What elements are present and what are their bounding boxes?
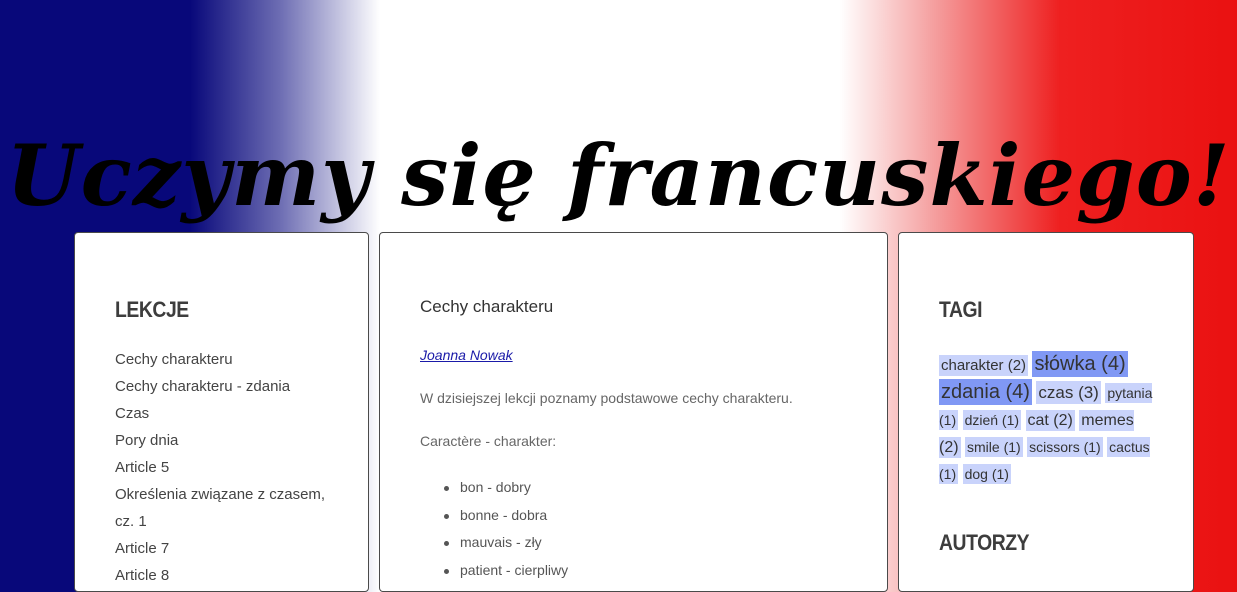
list-item: Article 5: [115, 454, 335, 481]
tag-link[interactable]: cat (2): [1025, 410, 1075, 431]
lesson-list: Cechy charakteru Cechy charakteru - zdan…: [115, 346, 335, 589]
tag-link[interactable]: charakter (2): [939, 355, 1029, 376]
author-link[interactable]: Joanna Nowak: [420, 347, 513, 363]
sidebar-right: TAGI charakter (2) słówka (4) zdania (4)…: [898, 232, 1194, 592]
list-item: Article 7: [115, 535, 335, 562]
tag-link[interactable]: zdania (4): [939, 379, 1032, 405]
lesson-link[interactable]: Cechy charakteru: [115, 351, 233, 368]
authors-heading: AUTORZY: [939, 530, 1030, 555]
vocab-subheading: Caractère - charakter:: [420, 433, 557, 449]
list-item: Article 8: [115, 562, 335, 589]
list-item: bon - dobry: [443, 474, 568, 502]
tag-link[interactable]: smile (1): [965, 437, 1023, 457]
post-panel: Cechy charakteru Joanna Nowak W dzisiejs…: [379, 232, 888, 592]
list-item: Pory dnia: [115, 427, 335, 454]
list-item: Czas: [115, 400, 335, 427]
list-item: bonne - dobra: [443, 502, 568, 530]
lesson-link[interactable]: Czas: [115, 405, 149, 422]
list-item: mauvais - zły: [443, 529, 568, 557]
vocab-list: bon - dobry bonne - dobra mauvais - zły …: [443, 474, 568, 585]
tag-link[interactable]: czas (3): [1036, 381, 1101, 404]
lesson-link[interactable]: Article 7: [115, 540, 169, 557]
lesson-link[interactable]: Article 8: [115, 567, 169, 584]
tags-heading: TAGI: [939, 297, 983, 322]
tag-link[interactable]: dzień (1): [962, 410, 1022, 430]
lesson-link[interactable]: Cechy charakteru - zdania: [115, 378, 290, 395]
post-title: Cechy charakteru: [420, 297, 554, 316]
lessons-heading: LEKCJE: [115, 297, 189, 322]
lesson-link[interactable]: Article 5: [115, 459, 169, 476]
list-item: patient - cierpliwy: [443, 557, 568, 585]
post-intro: W dzisiejszej lekcji poznamy podstawowe …: [420, 390, 793, 406]
tag-link[interactable]: scissors (1): [1027, 437, 1103, 457]
list-item: Cechy charakteru - zdania: [115, 373, 335, 400]
tag-link[interactable]: dog (1): [962, 464, 1011, 484]
lesson-link[interactable]: Pory dnia: [115, 432, 178, 449]
list-item: Określenia związane z czasem, cz. 1: [115, 481, 335, 535]
list-item: Cechy charakteru: [115, 346, 335, 373]
tag-link[interactable]: słówka (4): [1032, 351, 1128, 377]
lessons-widget: LEKCJE Cechy charakteru Cechy charakteru…: [74, 232, 369, 592]
tag-cloud: charakter (2) słówka (4) zdania (4) czas…: [939, 351, 1154, 488]
lesson-link[interactable]: Określenia związane z czasem, cz. 1: [115, 486, 325, 530]
